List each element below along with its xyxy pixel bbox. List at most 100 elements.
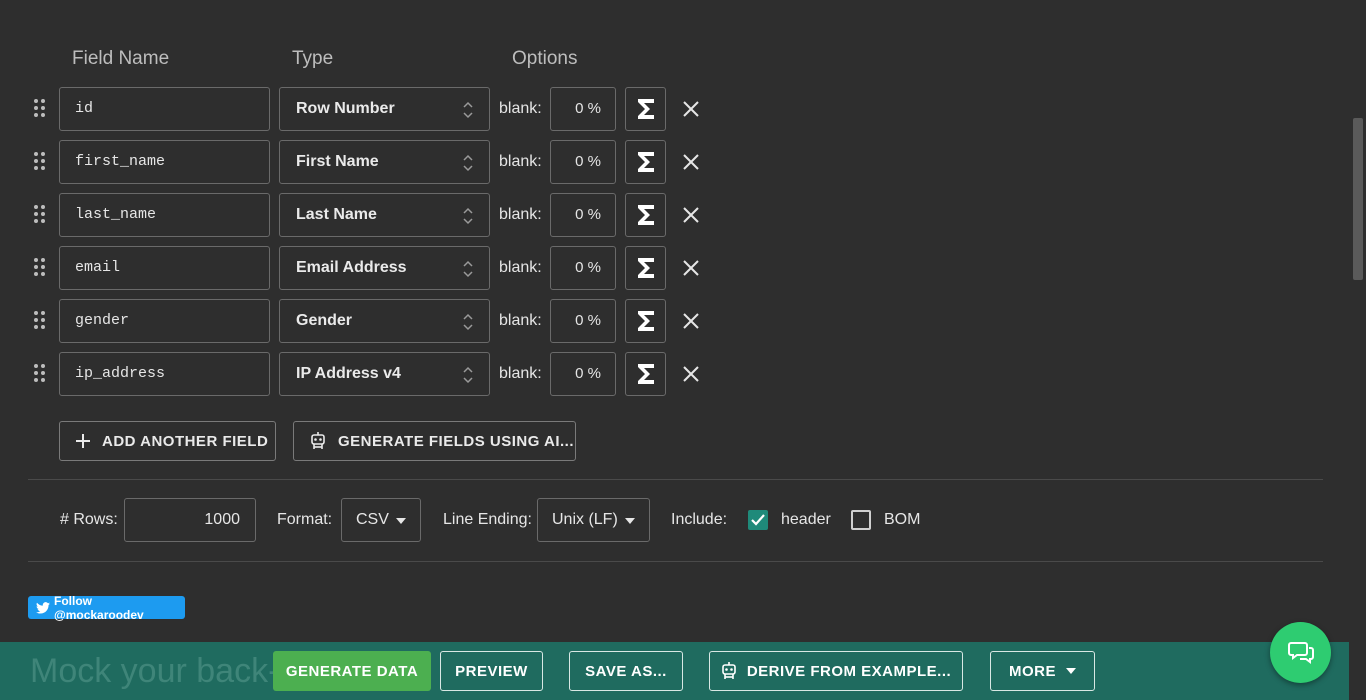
formula-button[interactable] <box>625 246 666 290</box>
column-header-options: Options <box>512 48 578 69</box>
field-type-select[interactable]: First Name <box>279 140 490 184</box>
drag-handle-icon[interactable] <box>34 152 48 172</box>
field-name-input[interactable]: email <box>59 246 270 290</box>
footer-action-bar: Mock your back-eil GENERATE DATA PREVIEW… <box>0 642 1366 700</box>
formula-button[interactable] <box>625 140 666 184</box>
close-icon <box>683 260 699 276</box>
chevron-up-down-icon <box>463 154 473 172</box>
footer-ghost-text-left: Mock your back-e <box>30 652 299 690</box>
remove-field-button[interactable] <box>681 258 701 278</box>
save-as-label: SAVE AS... <box>585 662 667 680</box>
field-row-id: id Row Number blank: 0 % <box>0 87 720 131</box>
line-ending-select[interactable]: Unix (LF) <box>537 498 650 542</box>
field-name-input[interactable]: gender <box>59 299 270 343</box>
format-label: Format: <box>277 511 333 528</box>
close-icon <box>683 101 699 117</box>
bom-checkbox-label: BOM <box>884 511 921 528</box>
field-row-last_name: last_name Last Name blank: 0 % <box>0 193 720 237</box>
blank-percent-input[interactable]: 0 % <box>550 140 616 184</box>
drag-handle-icon[interactable] <box>34 258 48 278</box>
caret-down-icon <box>396 518 406 524</box>
robot-icon <box>722 662 736 679</box>
twitter-follow-button[interactable]: Follow @mockaroodev <box>28 594 185 622</box>
generate-fields-ai-label: GENERATE FIELDS USING AI... <box>338 432 575 450</box>
formula-button[interactable] <box>625 193 666 237</box>
blank-label: blank: <box>499 259 542 276</box>
remove-field-button[interactable] <box>681 99 701 119</box>
more-menu-button[interactable]: MORE <box>990 651 1095 691</box>
header-checkbox-label: header <box>781 511 831 528</box>
chevron-up-down-icon <box>463 313 473 331</box>
close-icon <box>683 366 699 382</box>
remove-field-button[interactable] <box>681 364 701 384</box>
field-name-input[interactable]: last_name <box>59 193 270 237</box>
field-type-select[interactable]: Email Address <box>279 246 490 290</box>
divider <box>28 561 1323 562</box>
field-row-ip_address: ip_address IP Address v4 blank: 0 % <box>0 352 720 396</box>
header-checkbox[interactable] <box>748 510 768 530</box>
include-label: Include: <box>671 511 728 528</box>
drag-handle-icon[interactable] <box>34 99 48 119</box>
formula-button[interactable] <box>625 87 666 131</box>
blank-label: blank: <box>499 206 542 223</box>
blank-percent-input[interactable]: 0 % <box>550 193 616 237</box>
close-icon <box>683 154 699 170</box>
field-name-input[interactable]: first_name <box>59 140 270 184</box>
formula-button[interactable] <box>625 299 666 343</box>
field-type-label: Gender <box>296 312 353 329</box>
generate-data-label: GENERATE DATA <box>285 662 419 680</box>
remove-field-button[interactable] <box>681 152 701 172</box>
field-name-input[interactable]: id <box>59 87 270 131</box>
plus-icon <box>76 434 90 448</box>
blank-percent-input[interactable]: 0 % <box>550 246 616 290</box>
close-icon <box>683 207 699 223</box>
chat-button[interactable] <box>1270 622 1331 683</box>
save-as-button[interactable]: SAVE AS... <box>569 651 683 691</box>
more-label: MORE <box>1009 662 1056 680</box>
generate-data-button[interactable]: GENERATE DATA <box>273 651 431 691</box>
format-select[interactable]: CSV <box>341 498 421 542</box>
blank-label: blank: <box>499 100 542 117</box>
rows-input[interactable]: 1000 <box>124 498 256 542</box>
field-type-label: IP Address v4 <box>296 365 401 382</box>
drag-handle-icon[interactable] <box>34 364 48 384</box>
field-type-select[interactable]: Last Name <box>279 193 490 237</box>
sigma-icon <box>637 364 654 384</box>
caret-down-icon <box>1066 668 1076 674</box>
add-another-field-label: ADD ANOTHER FIELD <box>102 432 269 450</box>
generate-fields-ai-button[interactable]: GENERATE FIELDS USING AI... <box>293 421 576 461</box>
blank-percent-input[interactable]: 0 % <box>550 87 616 131</box>
field-type-select[interactable]: Row Number <box>279 87 490 131</box>
twitter-bird-icon <box>36 601 50 614</box>
scrollbar-thumb[interactable] <box>1353 118 1363 280</box>
field-type-select[interactable]: Gender <box>279 299 490 343</box>
line-ending-value: Unix (LF) <box>552 511 618 528</box>
field-type-label: First Name <box>296 153 379 170</box>
bom-checkbox[interactable] <box>851 510 871 530</box>
drag-handle-icon[interactable] <box>34 311 48 331</box>
chevron-up-down-icon <box>463 207 473 225</box>
derive-from-example-button[interactable]: DERIVE FROM EXAMPLE... <box>709 651 963 691</box>
chevron-up-down-icon <box>463 260 473 278</box>
rows-label: # Rows: <box>60 511 118 528</box>
sigma-icon <box>637 311 654 331</box>
field-type-select[interactable]: IP Address v4 <box>279 352 490 396</box>
column-header-type: Type <box>292 48 334 69</box>
remove-field-button[interactable] <box>681 311 701 331</box>
blank-label: blank: <box>499 153 542 170</box>
field-type-label: Last Name <box>296 206 377 223</box>
blank-percent-input[interactable]: 0 % <box>550 352 616 396</box>
remove-field-button[interactable] <box>681 205 701 225</box>
field-name-input[interactable]: ip_address <box>59 352 270 396</box>
drag-handle-icon[interactable] <box>34 205 48 225</box>
blank-label: blank: <box>499 365 542 382</box>
preview-button[interactable]: PREVIEW <box>440 651 543 691</box>
derive-from-example-label: DERIVE FROM EXAMPLE... <box>746 662 952 680</box>
chevron-up-down-icon <box>463 101 473 119</box>
blank-percent-input[interactable]: 0 % <box>550 299 616 343</box>
caret-down-icon <box>625 518 635 524</box>
scrollbar[interactable] <box>1349 0 1366 700</box>
formula-button[interactable] <box>625 352 666 396</box>
add-another-field-button[interactable]: ADD ANOTHER FIELD <box>59 421 276 461</box>
sigma-icon <box>637 152 654 172</box>
